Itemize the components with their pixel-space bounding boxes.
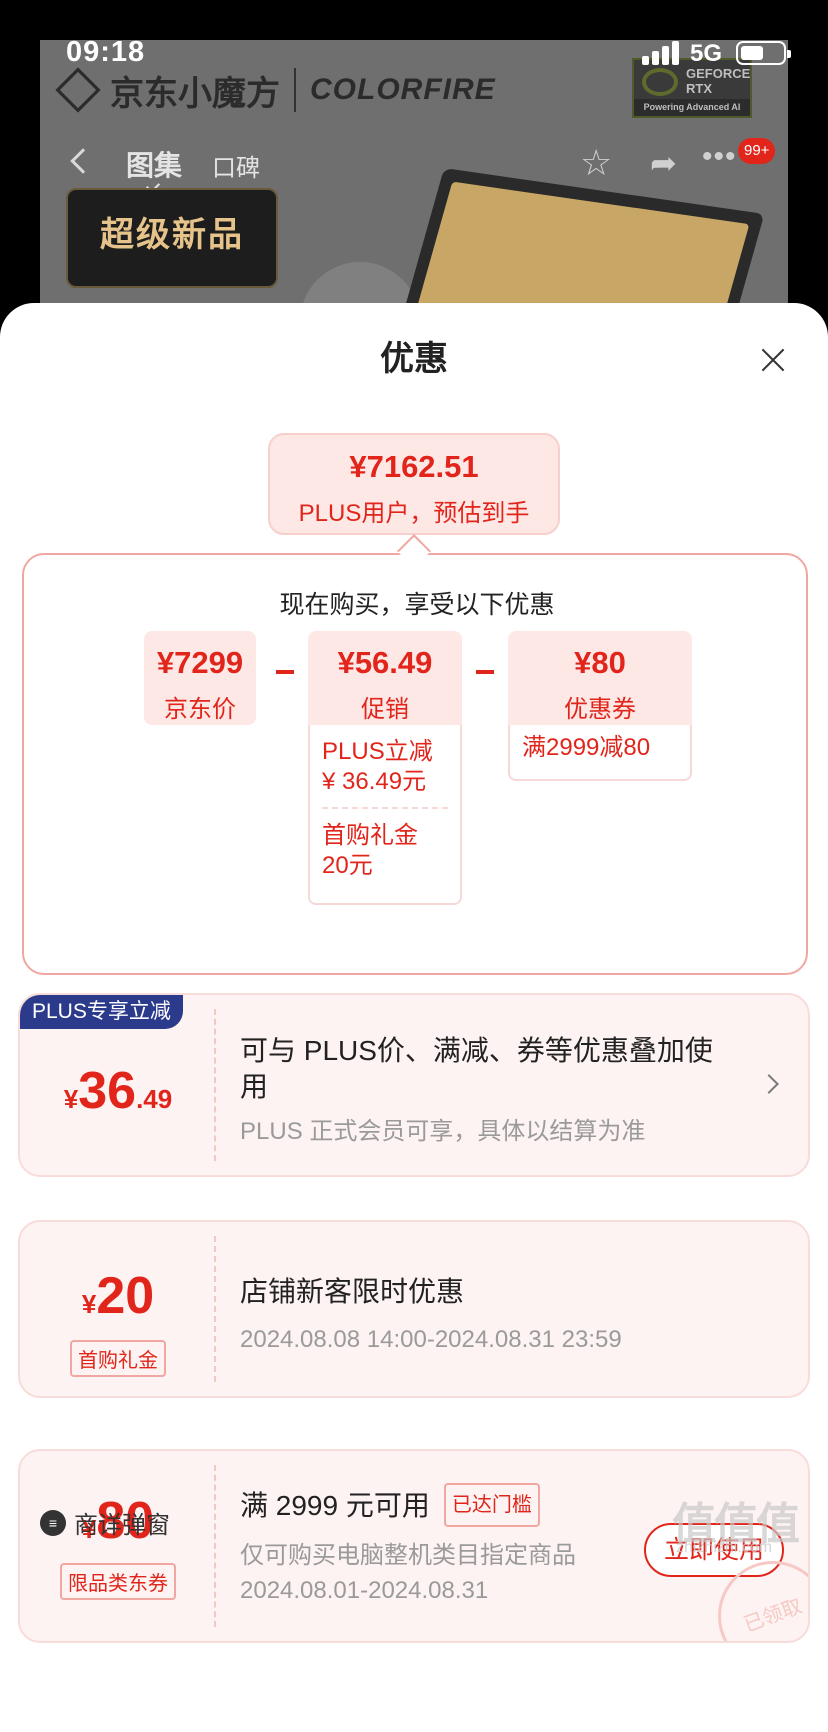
footer-link-label: 商详弹窗 <box>74 1512 170 1539</box>
gift-amount: ¥20 <box>81 1267 155 1325</box>
signal-icon <box>642 41 680 65</box>
card-divider <box>214 1236 216 1382</box>
card-title: 满 2999 元可用 <box>240 1490 430 1521</box>
battery-icon <box>736 41 791 65</box>
gift-type-badge: 首购礼金 <box>70 1340 166 1377</box>
chip-coupon: ¥80 优惠券 <box>508 631 692 725</box>
card-subtitle: PLUS 正式会员可享，具体以结算为准 <box>240 1118 646 1145</box>
nvidia-eye-icon <box>642 68 678 96</box>
chip-label: 京东价 <box>164 696 236 723</box>
card-title: 店铺新客限时优惠 <box>240 1276 465 1307</box>
message-count-badge: 99+ <box>738 138 776 164</box>
estimated-price: ¥7162.51 <box>349 449 479 484</box>
chip-label: 优惠券 <box>564 696 636 723</box>
watermark-url: zhizhizhi.com <box>676 1539 773 1556</box>
promo-label: 超级新品 <box>66 188 278 288</box>
chevron-right-icon[interactable] <box>759 1074 779 1094</box>
discount-sheet: 优惠 ¥7162.51 PLUS用户，预估到手 现在购买，享受以下优惠 ¥729… <box>0 303 828 1732</box>
brand-divider <box>294 68 296 112</box>
card-divider <box>214 1465 216 1627</box>
favorite-star-icon[interactable]: ☆ <box>580 142 612 184</box>
chip-value: ¥80 <box>574 645 626 680</box>
coupon-details: 满2999减80 <box>508 725 692 781</box>
network-label: 5G <box>690 40 723 67</box>
promotion-details: PLUS立减 ¥ 36.49元 首购礼金 20元 <box>308 725 462 905</box>
threshold-reached-tag: 已达门槛 <box>443 1483 540 1527</box>
tab-reviews[interactable]: 口碑 <box>212 148 260 183</box>
breakdown-title: 现在购买，享受以下优惠 <box>279 591 555 619</box>
gpu-badge-footer: Powering Advanced AI <box>634 99 750 116</box>
estimated-price-label: PLUS用户，预估到手 <box>298 500 530 527</box>
status-bar: 09:18 5G <box>0 0 828 70</box>
brand-name: 京东小魔方 <box>110 74 280 113</box>
detail-popup-link[interactable]: ≡ 商详弹窗 <box>40 1505 170 1540</box>
minus-operator <box>476 670 494 674</box>
sheet-title: 优惠 <box>380 340 448 378</box>
card-title-row: 满 2999 元可用 已达门槛 <box>240 1483 540 1527</box>
status-time: 09:18 <box>66 36 146 68</box>
chip-label: 促销 <box>361 696 409 723</box>
card-validity: 2024.08.08 14:00-2024.08.31 23:59 <box>240 1326 622 1353</box>
brand-partner: COLORFIRE <box>310 73 496 106</box>
estimated-price-box: ¥7162.51 PLUS用户，预估到手 <box>268 433 560 535</box>
price-breakdown: 现在购买，享受以下优惠 ¥7299 京东价 ¥56.49 促销 ¥80 优惠券 … <box>22 553 808 975</box>
chip-value: ¥7299 <box>156 645 244 680</box>
card-validity: 2024.08.01-2024.08.31 <box>240 1577 489 1604</box>
gpu-badge-line2: RTX <box>686 81 712 96</box>
close-icon[interactable] <box>760 347 786 373</box>
promotion-detail-plus: PLUS立减 ¥ 36.49元 <box>322 738 433 795</box>
chip-promotion: ¥56.49 促销 <box>308 631 462 725</box>
card-title: 可与 PLUS价、满减、券等优惠叠加使用 <box>240 1035 713 1102</box>
promotion-detail-first-buy: 首购礼金 20元 <box>322 822 418 879</box>
plus-discount-card[interactable]: PLUS专享立减 ¥36.49 可与 PLUS价、满减、券等优惠叠加使用 PLU… <box>18 993 810 1177</box>
coupon-type-badge: 限品类东券 <box>60 1563 176 1600</box>
chip-jd-price: ¥7299 京东价 <box>144 631 256 725</box>
minus-operator <box>276 670 294 674</box>
back-icon[interactable] <box>70 148 96 174</box>
first-buy-gift-card: ¥20 首购礼金 店铺新客限时优惠 2024.08.08 14:00-2024.… <box>18 1220 810 1398</box>
card-divider <box>214 1009 216 1161</box>
coupon-detail: 满2999减80 <box>522 734 651 761</box>
share-icon[interactable]: ➦ <box>650 144 677 182</box>
discount-amount: ¥36.49 <box>63 1062 173 1120</box>
chip-value: ¥56.49 <box>337 645 433 680</box>
card-description: 仅可购买电脑整机类目指定商品 <box>240 1542 576 1569</box>
popup-icon: ≡ <box>40 1509 66 1536</box>
cube-logo-icon <box>55 67 101 113</box>
more-icon[interactable]: ••• <box>702 140 737 174</box>
